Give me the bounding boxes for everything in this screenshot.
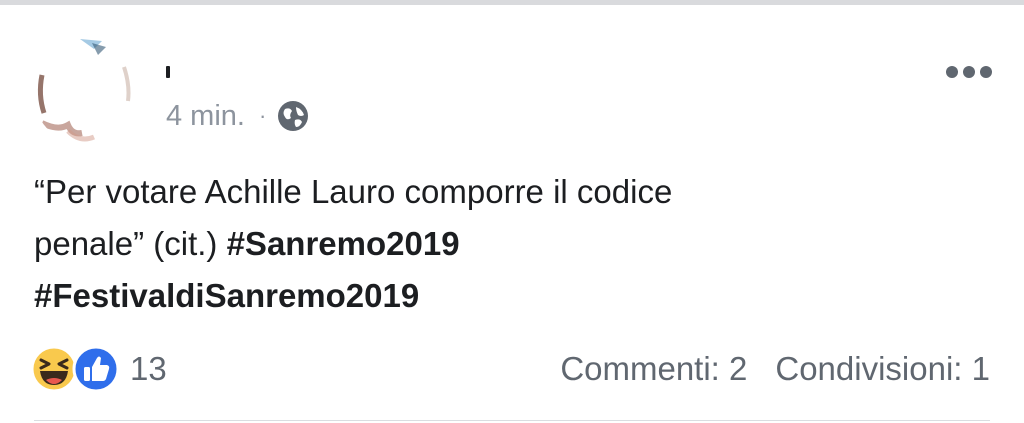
reactions-summary[interactable]: 13 [30, 344, 167, 394]
more-options-button[interactable] [946, 63, 992, 81]
post-stats: Commenti: 2 Condivisioni: 1 [560, 344, 990, 394]
reaction-count: 13 [130, 350, 167, 387]
laughing-emoji-icon [30, 345, 78, 393]
meta-separator: · [258, 103, 267, 128]
hashtag-sanremo2019[interactable]: #Sanremo2019 [227, 225, 460, 262]
avatar-image [37, 39, 135, 144]
post-text-prefix: penale” (cit.) [34, 225, 227, 262]
shares-count-link[interactable]: Condivisioni: 1 [775, 350, 990, 388]
post-text-line-1: “Per votare Achille Lauro comporre il co… [34, 173, 673, 210]
globe-icon[interactable] [276, 99, 310, 133]
more-dot [946, 66, 958, 78]
hashtag-festivaldisanremo2019[interactable]: #FestivaldiSanremo2019 [34, 277, 419, 314]
post-text-line-2: penale” (cit.) #Sanremo2019 [34, 218, 964, 270]
top-separator-bar [0, 0, 1024, 5]
more-dot [980, 66, 992, 78]
divider [34, 420, 990, 421]
avatar[interactable] [32, 35, 138, 145]
post-text-line-3: #FestivaldiSanremo2019 [34, 270, 964, 322]
post-body: “Per votare Achille Lauro comporre il co… [34, 166, 964, 322]
comments-count-link[interactable]: Commenti: 2 [560, 350, 747, 388]
post-timestamp[interactable]: 4 min. [166, 100, 245, 133]
more-dot [963, 66, 975, 78]
like-thumb-icon [72, 345, 120, 393]
author-name-redacted[interactable] [166, 66, 170, 78]
post-meta: 4 min. · [166, 96, 310, 136]
